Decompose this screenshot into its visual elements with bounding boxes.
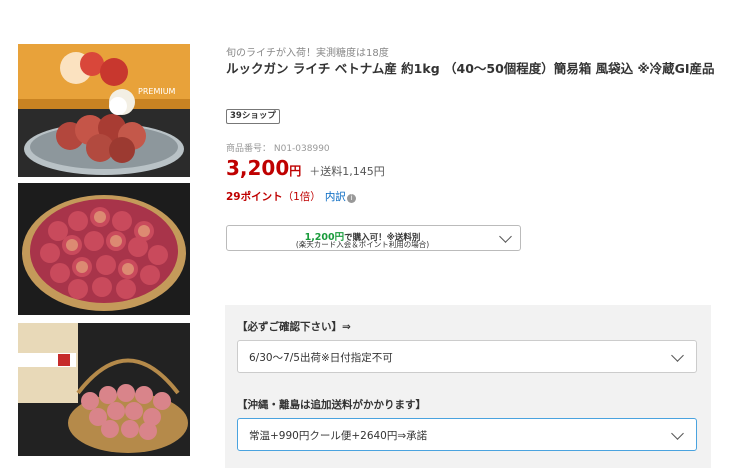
- points-value: 29ポイント: [226, 191, 283, 203]
- lychee-bowl-image: PREMIUM: [18, 44, 190, 177]
- shipping-fee: ＋送料1,145円: [309, 165, 385, 178]
- product-thumbnail-3[interactable]: [18, 323, 190, 456]
- remote-shipping-select[interactable]: 常温+990円クール便+2640円⇒承諾: [237, 418, 697, 451]
- product-thumbnail-1[interactable]: PREMIUM: [18, 44, 190, 177]
- shipping-date-select[interactable]: 6/30〜7/5出荷※日付指定不可: [237, 340, 697, 373]
- price-row: 3,200円 ＋送料1,145円: [226, 156, 385, 180]
- price-unit: 円: [289, 164, 302, 178]
- remote-shipping-value: 常温+990円クール便+2640円⇒承諾: [249, 430, 428, 442]
- shipping-date-value: 6/30〜7/5出荷※日付指定不可: [249, 352, 393, 364]
- chevron-down-icon: [671, 427, 684, 440]
- option-label-remote-shipping: 【沖縄・離島は追加送料がかかります】: [237, 399, 426, 411]
- chevron-down-icon: [671, 349, 684, 362]
- options-panel: 【必ずご確認下さい】⇒ 6/30〜7/5出荷※日付指定不可 【沖縄・離島は追加送…: [225, 305, 711, 468]
- catch-copy: 旬のライチが入荷！実測糖度は18度: [226, 48, 389, 59]
- card-promo-dropdown[interactable]: 1,200円で購入可！※送料別 (楽天カード入会＆ポイント利用の場合): [226, 225, 521, 251]
- points-multiplier: （1倍）: [282, 191, 321, 203]
- lychee-wicker-basket-image: [18, 323, 190, 456]
- lychee-basket-image: [18, 183, 190, 315]
- item-number: 商品番号： N01-038990: [226, 144, 330, 154]
- points-row: 29ポイント（1倍） 内訳 i: [226, 189, 356, 204]
- chevron-down-icon: [499, 230, 512, 243]
- price-value: 3,200: [226, 156, 290, 180]
- breakdown-link[interactable]: 内訳: [325, 191, 346, 203]
- product-thumbnail-2[interactable]: [18, 183, 190, 315]
- svg-text:PREMIUM: PREMIUM: [138, 87, 176, 96]
- info-icon[interactable]: i: [346, 194, 356, 203]
- option-label-shipping-date: 【必ずご確認下さい】⇒: [237, 321, 351, 333]
- shop-badge: 39ショップ: [226, 109, 280, 124]
- promo-line-2: (楽天カード入会＆ポイント利用の場合): [295, 240, 430, 249]
- product-title: ルックガン ライチ ベトナム産 約1kg （40〜50個程度）簡易箱 風袋込 ※…: [226, 61, 715, 76]
